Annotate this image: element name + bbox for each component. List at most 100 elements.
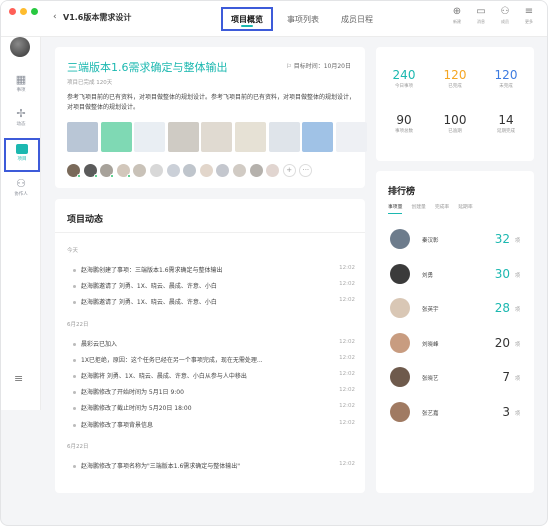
attachment-thumbnail[interactable]: [335, 122, 367, 152]
activity-text: 赵海鹏邀请了 刘勇、1X、晓云、晨成、许意、小白: [81, 299, 217, 307]
activity-time: 12:02: [339, 354, 355, 361]
online-status-dot: [77, 174, 81, 178]
message-label: 消息: [477, 19, 485, 24]
project-title: V1.6版本需求设计: [63, 13, 132, 22]
attachment-thumbnail[interactable]: [134, 122, 166, 152]
ranking-tab[interactable]: 延期率: [458, 203, 472, 214]
ranking-unit: 项: [514, 272, 520, 279]
stat-value: 120: [443, 68, 467, 82]
member-avatar[interactable]: [100, 164, 115, 178]
online-status-dot: [126, 174, 131, 178]
activity-text: 赵海鹏修改了截止时间为 5月20日 18:00: [81, 405, 192, 413]
close-window-button[interactable]: [9, 8, 16, 15]
activity-row[interactable]: 赵海鹏修改了事项背景信息 12:02: [73, 420, 355, 429]
ranking-row[interactable]: 刘晓峰 20 项: [390, 332, 520, 355]
bullet-dot: [73, 342, 76, 346]
member-avatar[interactable]: [216, 164, 230, 177]
activity-row[interactable]: 赵海鹏创建了事项：三端版本1.6需求确定与整体输出 12:02: [73, 265, 355, 274]
activity-row[interactable]: 赵海鹏修改了截止时间为 5月20日 18:00 12:02: [73, 403, 355, 412]
member-avatar[interactable]: [183, 164, 197, 177]
member-avatar[interactable]: [133, 164, 147, 177]
app-window: ‹ V1.6版本需求设计 项目概览 事项列表 成员日程 ⊕ 新建 ▭ 消息 ⚇ …: [0, 0, 548, 526]
members-button[interactable]: ⚇ 成员: [493, 5, 517, 25]
tab-overview[interactable]: 项目概览: [221, 7, 273, 31]
activity-time: 12:02: [339, 403, 355, 410]
ranking-name: 秦汉彰: [422, 238, 439, 244]
stat-value: 90: [396, 113, 412, 127]
back-arrow-icon[interactable]: ‹: [53, 12, 57, 22]
activity-date-label: 6月22日: [67, 321, 89, 328]
activity-row[interactable]: 赵海鹏邀请了 刘勇、1X、晓云、晨成、许意、小白 12:02: [73, 281, 355, 290]
member-avatar[interactable]: [67, 164, 81, 178]
stat-value: 120: [494, 68, 518, 82]
ranking-tab[interactable]: 创建量: [411, 203, 425, 214]
member-avatar[interactable]: [149, 164, 163, 177]
stat-item[interactable]: 90 事项总数: [378, 112, 430, 134]
avatar: [390, 263, 410, 284]
member-avatar[interactable]: [249, 164, 263, 177]
maximize-window-button[interactable]: [31, 8, 38, 15]
attachment-thumbnail[interactable]: [167, 122, 199, 152]
new-button[interactable]: ⊕ 新建: [445, 5, 469, 25]
activity-icon: ✢: [16, 107, 26, 120]
ranking-row[interactable]: 刘勇 30 项: [390, 263, 520, 286]
ranking-unit: 项: [514, 410, 520, 417]
member-avatar[interactable]: [166, 164, 180, 177]
top-actions: ⊕ 新建 ▭ 消息 ⚇ 成员 ≡ 更多: [445, 5, 541, 25]
more-button[interactable]: ≡ 更多: [517, 5, 541, 25]
new-label: 新建: [453, 19, 461, 24]
sidebar-item-items[interactable]: ▦ 事项: [1, 73, 41, 103]
ranking-tabs: 事项量 创建量 完成率 延期率: [388, 203, 482, 214]
add-member-button[interactable]: +: [282, 164, 296, 177]
hamburger-menu-icon[interactable]: ≡: [14, 372, 23, 385]
stat-item[interactable]: 100 已逾期: [429, 112, 481, 134]
activity-row[interactable]: 1X已拒绝，原因：这个任务已经在另一个事项完成，现在无需处理... 12:02: [73, 355, 355, 364]
attachment-thumbnail[interactable]: [201, 122, 233, 152]
project-name[interactable]: 三端版本1.6需求确定与整体输出: [67, 59, 228, 75]
member-avatar[interactable]: [266, 164, 280, 177]
activity-row[interactable]: 赵海鹏邀请了 刘勇、1X、晓云、晨成、许意、小白 12:02: [73, 297, 355, 306]
more-label: 更多: [525, 19, 533, 24]
activity-row[interactable]: 晨彩云已加入 12:02: [73, 339, 355, 348]
activity-title: 项目动态: [67, 215, 104, 225]
ranking-row[interactable]: 张艺嘉 3 项: [390, 401, 520, 424]
ranking-tab[interactable]: 完成率: [435, 203, 449, 214]
user-avatar[interactable]: [10, 37, 30, 57]
member-avatar[interactable]: [116, 164, 131, 178]
activity-time: 12:02: [339, 387, 355, 394]
message-button[interactable]: ▭ 消息: [469, 5, 493, 25]
sidebar-item-project[interactable]: 项目: [4, 138, 40, 172]
stat-item[interactable]: 120 已完成: [429, 67, 481, 89]
minimize-window-button[interactable]: [20, 8, 27, 15]
ranking-row[interactable]: 张英宇 28 项: [390, 298, 520, 320]
attachment-thumbnail[interactable]: [100, 122, 132, 152]
sidebar-item-collaborator[interactable]: ⚇ 协作人: [1, 177, 41, 207]
attachment-thumbnail[interactable]: [268, 122, 300, 152]
member-avatar[interactable]: [232, 164, 246, 177]
stat-label: 延期完成: [497, 129, 515, 134]
ranking-row[interactable]: 张晓艺 7 项: [390, 367, 520, 389]
attachment-thumbnail[interactable]: [234, 122, 266, 152]
sidebar-item-label: 项目: [17, 157, 27, 162]
sidebar-item-activity[interactable]: ✢ 动态: [1, 107, 41, 137]
ranking-row[interactable]: 秦汉彰 32 项: [390, 229, 520, 251]
ranking-tab[interactable]: 事项量: [388, 203, 403, 214]
ranking-unit: 项: [514, 376, 520, 382]
stat-item[interactable]: 120 未完成: [480, 67, 532, 89]
member-avatar[interactable]: [83, 164, 98, 178]
activity-text: 赵海鹏修改了开始时间为 5月1日 9:00: [81, 389, 184, 397]
attachment-thumbnails: [67, 122, 369, 152]
ranking-name: 刘勇: [422, 272, 434, 279]
activity-row[interactable]: 赵海鹏修改了开始时间为 5月1日 9:00 12:02: [73, 387, 355, 396]
tab-member-schedule[interactable]: 成员日程: [333, 1, 381, 37]
more-members-button[interactable]: ···: [299, 164, 313, 177]
stat-item[interactable]: 14 延期完成: [480, 112, 532, 134]
activity-row[interactable]: 赵海鹏将 刘勇、1X、晓云、晨成、许意、小白从参与人中移出 12:02: [73, 371, 355, 380]
attachment-thumbnail[interactable]: [67, 122, 98, 152]
stat-item[interactable]: 240 今日事项: [378, 67, 430, 89]
ranking-value: 28: [494, 301, 510, 315]
tab-item-list[interactable]: 事项列表: [279, 1, 327, 37]
attachment-thumbnail[interactable]: [302, 122, 334, 152]
activity-row[interactable]: 赵海鹏修改了事项名称为"三端版本1.6需求确定与整体输出" 12:02: [73, 461, 355, 470]
member-avatar[interactable]: [199, 164, 213, 177]
